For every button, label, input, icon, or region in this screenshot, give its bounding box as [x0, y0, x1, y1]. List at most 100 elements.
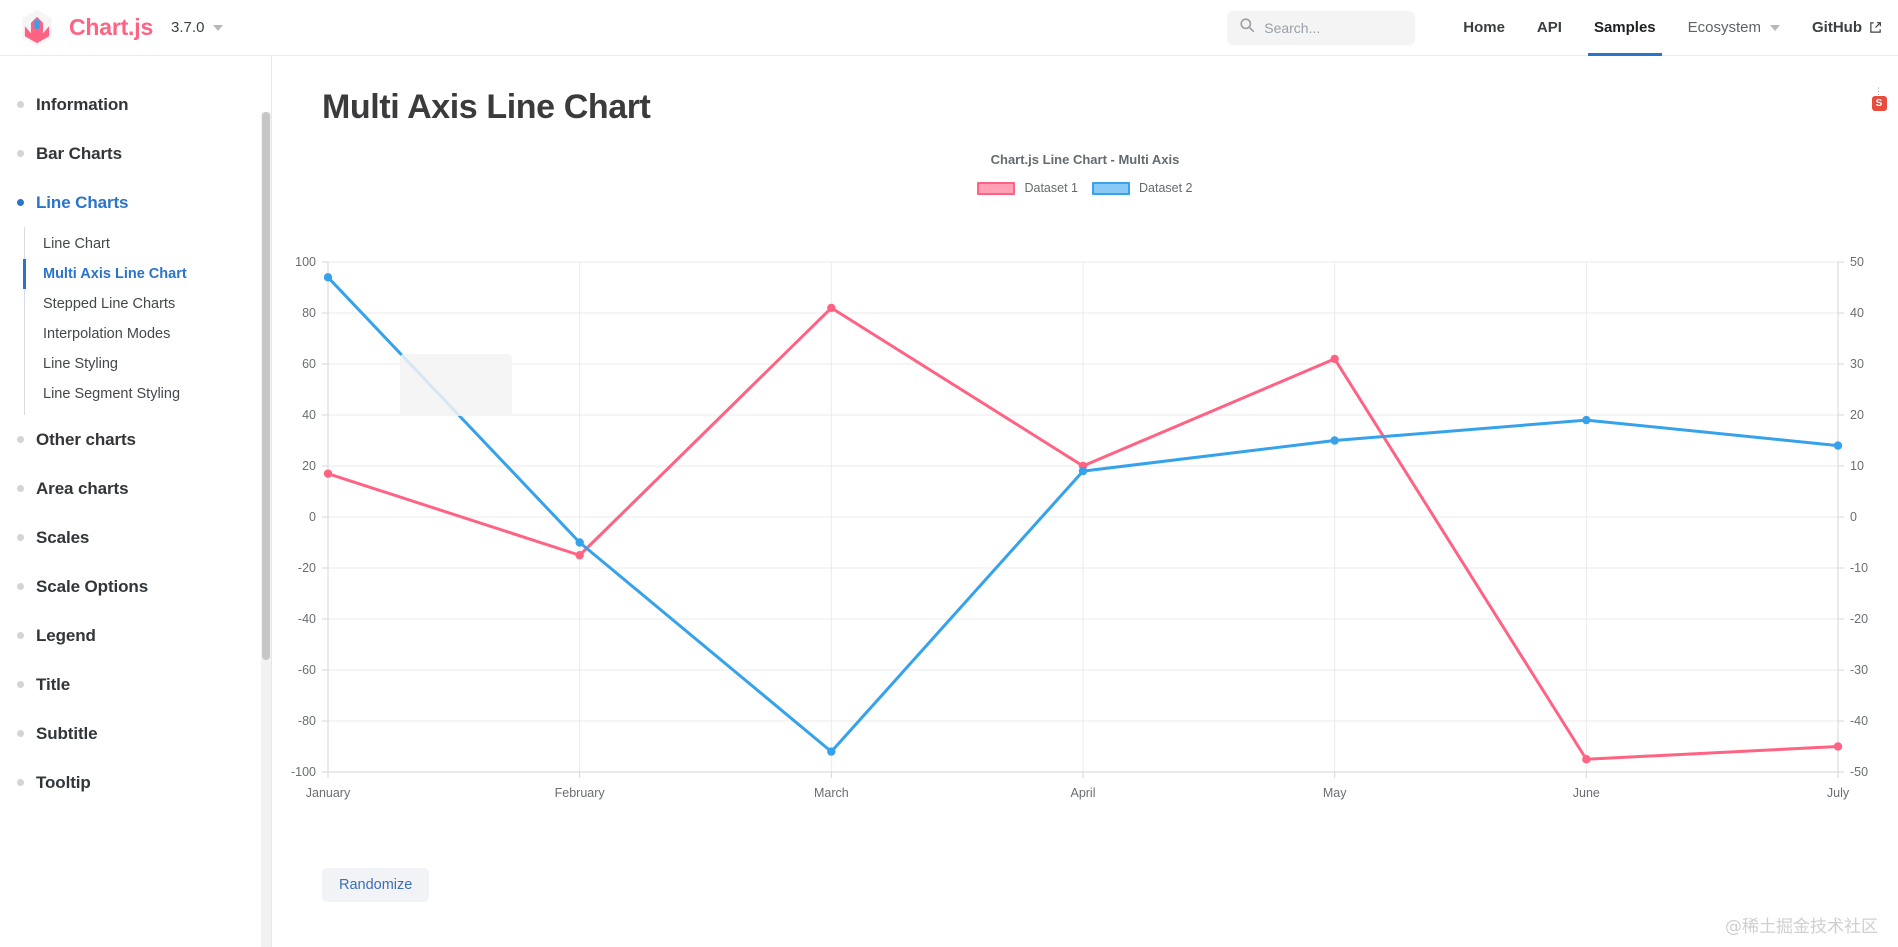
svg-text:40: 40 [302, 408, 316, 422]
nav-item-github[interactable]: GitHub [1796, 0, 1898, 56]
nav-label: API [1536, 19, 1562, 36]
bullet-icon [17, 632, 24, 639]
svg-text:0: 0 [309, 510, 316, 524]
sidebar-subitem-line-styling[interactable]: Line Styling [25, 349, 271, 379]
sidebar-item-label: Legend [36, 625, 96, 645]
brand[interactable]: Chart.js 3.7.0 [18, 9, 224, 47]
bullet-icon [17, 681, 24, 688]
svg-text:-50: -50 [1850, 765, 1868, 779]
stackblitz-badge[interactable]: ⋮ S [1870, 86, 1888, 111]
svg-text:20: 20 [302, 459, 316, 473]
svg-text:July: July [1827, 786, 1850, 800]
svg-text:-100: -100 [291, 765, 316, 779]
bullet-icon [17, 150, 24, 157]
nav-item-samples[interactable]: Samples [1578, 0, 1672, 56]
bullet-icon [17, 779, 24, 786]
sidebar-subitem-label: Line Chart [43, 236, 110, 252]
svg-text:0: 0 [1850, 510, 1857, 524]
sidebar-item-label: Area charts [36, 478, 129, 498]
watermark: @稀土掘金技术社区 [1725, 917, 1878, 937]
sidebar-item-label: Line Charts [36, 192, 129, 212]
randomize-button[interactable]: Randomize [322, 868, 430, 902]
nav-item-home[interactable]: Home [1447, 0, 1521, 56]
bullet-icon [17, 101, 24, 108]
svg-text:January: January [306, 786, 351, 800]
bullet-icon [17, 199, 24, 206]
sidebar-item-title[interactable]: Title [0, 660, 271, 709]
svg-text:-40: -40 [1850, 714, 1868, 728]
stackblitz-icon: S [1871, 96, 1887, 111]
tooltip-ghost [400, 354, 512, 416]
sidebar-item-tooltip[interactable]: Tooltip [0, 758, 271, 807]
kebab-menu-icon: ⋮ [1874, 86, 1884, 96]
sidebar-item-label: Tooltip [36, 772, 91, 792]
svg-text:-20: -20 [1850, 612, 1868, 626]
sidebar-subitem-interpolation-modes[interactable]: Interpolation Modes [25, 319, 271, 349]
header-right: Search... Home API Samples Ecosystem Git… [1227, 0, 1898, 56]
sidebar-item-label: Bar Charts [36, 143, 122, 163]
nav-label: GitHub [1812, 19, 1862, 36]
sidebar-scrollbar-track[interactable] [261, 112, 271, 947]
nav-label: Ecosystem [1687, 19, 1761, 36]
svg-text:30: 30 [1850, 357, 1864, 371]
svg-text:June: June [1573, 786, 1600, 800]
chevron-down-icon[interactable] [213, 24, 224, 31]
search-input[interactable]: Search... [1227, 10, 1416, 45]
svg-text:February: February [555, 786, 606, 800]
bullet-icon [17, 436, 24, 443]
svg-text:60: 60 [302, 357, 316, 371]
svg-text:-80: -80 [298, 714, 316, 728]
svg-text:-30: -30 [1850, 663, 1868, 677]
chart-plot-area[interactable]: 100 80 60 40 20 0 -20 -40 -60 -80 -100 50 40 30 20 10 0-… [272, 144, 1898, 844]
bullet-icon [17, 534, 24, 541]
main-nav: Home API Samples Ecosystem GitHub [1447, 0, 1898, 56]
nav-label: Samples [1593, 19, 1656, 36]
sidebar-subitem-label: Stepped Line Charts [43, 296, 176, 312]
svg-text:-10: -10 [1850, 561, 1868, 575]
nav-item-ecosystem[interactable]: Ecosystem [1672, 0, 1796, 56]
svg-text:-20: -20 [298, 561, 316, 575]
sidebar-subitem-label: Line Segment Styling [43, 386, 181, 402]
sidebar-item-subtitle[interactable]: Subtitle [0, 709, 271, 758]
sidebar-item-scales[interactable]: Scales [0, 513, 271, 562]
sidebar-item-line-charts[interactable]: Line Charts [0, 178, 271, 227]
svg-text:40: 40 [1850, 306, 1864, 320]
sidebar-subitem-label: Line Styling [43, 356, 118, 372]
chartjs-logo-icon [18, 9, 56, 47]
sidebar-scrollbar-thumb[interactable] [262, 112, 270, 660]
sidebar-item-label: Other charts [36, 429, 136, 449]
sidebar-item-information[interactable]: Information [0, 80, 271, 129]
bullet-icon [17, 583, 24, 590]
sidebar-subitem-stepped-line-charts[interactable]: Stepped Line Charts [25, 289, 271, 319]
sidebar-item-area-charts[interactable]: Area charts [0, 464, 271, 513]
sidebar: Information Bar Charts Line Charts Line … [0, 56, 272, 947]
top-header: Chart.js 3.7.0 Search... Home API Sample… [0, 0, 1898, 56]
svg-text:20: 20 [1850, 408, 1864, 422]
svg-text:-60: -60 [298, 663, 316, 677]
svg-text:-40: -40 [298, 612, 316, 626]
svg-text:10: 10 [1850, 459, 1864, 473]
sidebar-item-label: Scale Options [36, 576, 149, 596]
sidebar-item-label: Scales [36, 527, 90, 547]
sidebar-item-bar-charts[interactable]: Bar Charts [0, 129, 271, 178]
sidebar-subitem-line-chart[interactable]: Line Chart [25, 229, 271, 259]
svg-text:100: 100 [295, 255, 316, 269]
bullet-icon [17, 485, 24, 492]
sidebar-subitem-label: Multi Axis Line Chart [43, 266, 187, 282]
chevron-down-icon [1770, 24, 1780, 31]
sidebar-subitem-line-segment-styling[interactable]: Line Segment Styling [25, 379, 271, 409]
sidebar-item-scale-options[interactable]: Scale Options [0, 562, 271, 611]
sidebar-item-label: Subtitle [36, 723, 98, 743]
sidebar-item-legend[interactable]: Legend [0, 611, 271, 660]
version-label: 3.7.0 [171, 19, 205, 36]
chart-canvas[interactable]: 100806040200-20-40-60-80-10050403020100-… [272, 144, 1898, 844]
sidebar-subitem-multi-axis-line-chart[interactable]: Multi Axis Line Chart [23, 259, 271, 289]
svg-text:April: April [1070, 786, 1095, 800]
sidebar-item-label: Information [36, 94, 129, 114]
sidebar-item-other-charts[interactable]: Other charts [0, 415, 271, 464]
main-content: Multi Axis Line Chart ⋮ S Chart.js Line … [272, 56, 1898, 947]
nav-item-api[interactable]: API [1521, 0, 1578, 56]
svg-text:50: 50 [1850, 255, 1864, 269]
sidebar-sublist-line-charts: Line Chart Multi Axis Line Chart Stepped… [23, 227, 271, 415]
svg-text:May: May [1323, 786, 1347, 800]
